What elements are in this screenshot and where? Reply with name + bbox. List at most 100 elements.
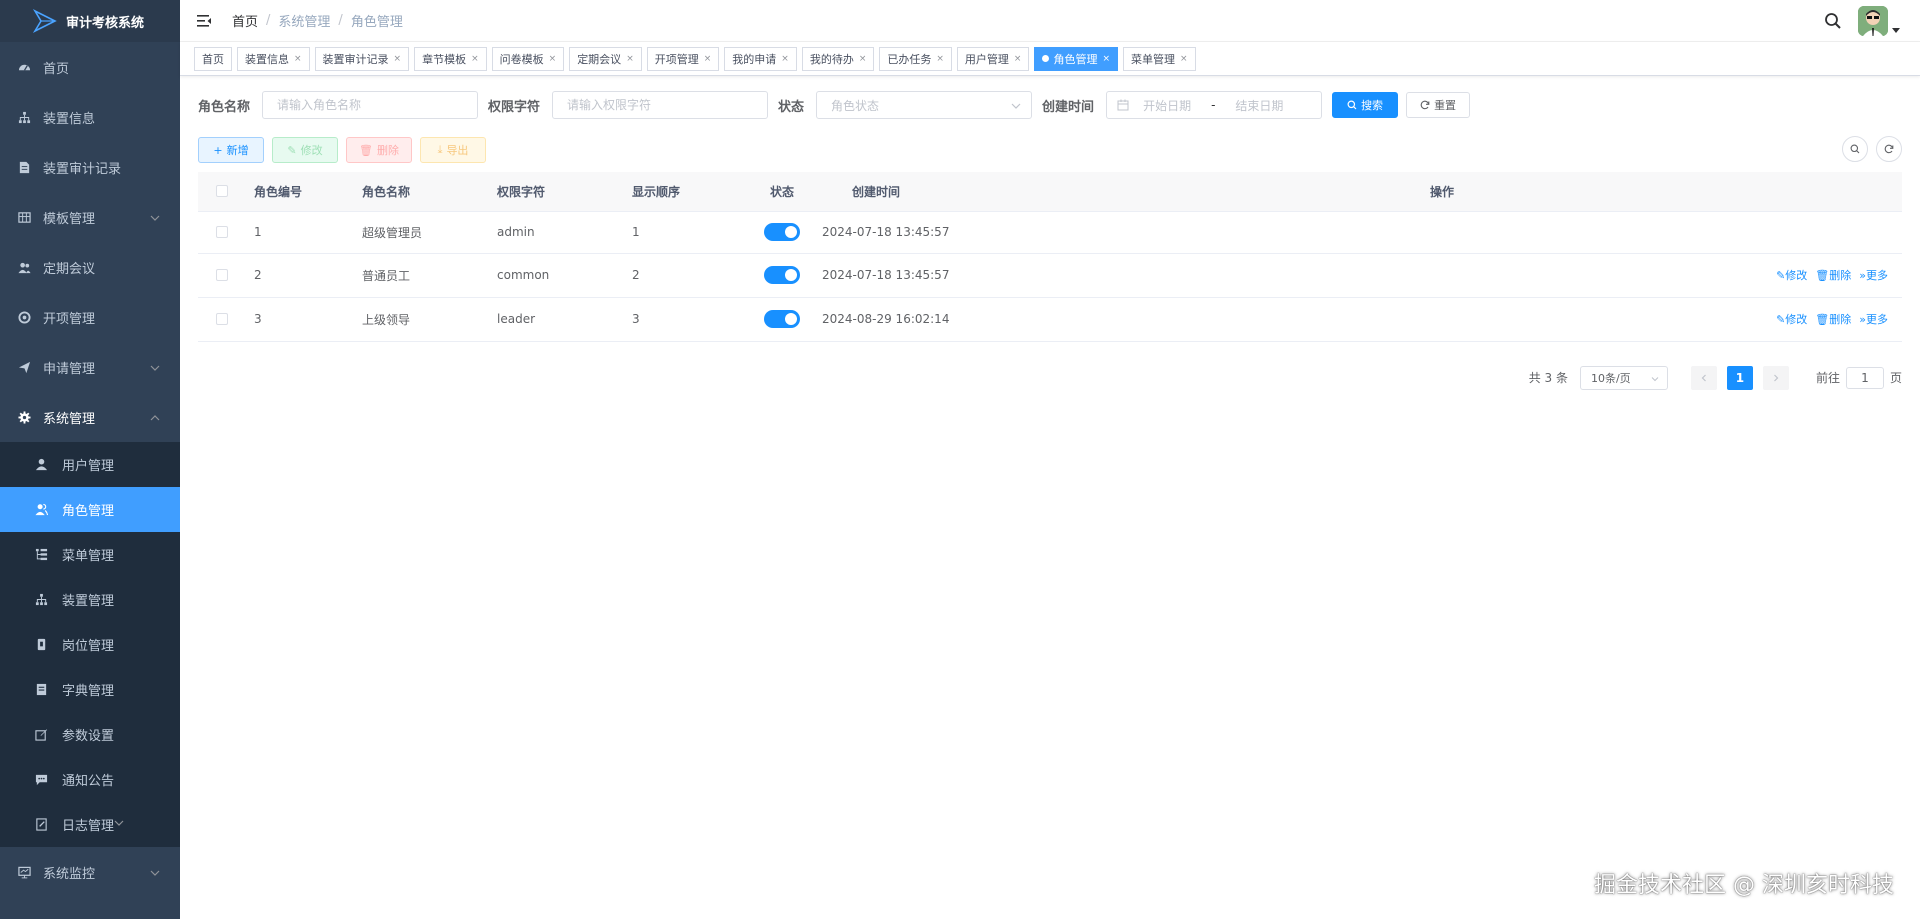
sidebar-subitem[interactable]: 通知公告 bbox=[0, 757, 180, 802]
table-header-row: 角色编号 角色名称 权限字符 显示顺序 状态 创建时间 操作 bbox=[198, 172, 1902, 212]
ops-cell: ✎修改 🗑删除 »更多 bbox=[982, 253, 1902, 298]
sidebar-item-label: 定期会议 bbox=[43, 261, 96, 277]
sidebar-item[interactable]: 定期会议 bbox=[0, 242, 180, 292]
tag-item[interactable]: 定期会议 × bbox=[569, 46, 642, 71]
tag-item[interactable]: 角色管理 × bbox=[1034, 46, 1119, 71]
tag-label: 我的待办 bbox=[809, 52, 854, 66]
tag-item[interactable]: 章节模板 × bbox=[414, 46, 487, 71]
select-all-checkbox[interactable] bbox=[216, 185, 228, 198]
prev-page-button[interactable] bbox=[1690, 365, 1717, 390]
reset-button[interactable]: 重置 bbox=[1406, 92, 1471, 118]
search-icon[interactable] bbox=[1824, 12, 1842, 30]
refresh-button[interactable] bbox=[1876, 136, 1902, 162]
close-icon[interactable]: × bbox=[859, 54, 867, 64]
status-select[interactable]: 角色状态 bbox=[816, 91, 1033, 119]
tag-item[interactable]: 开项管理 × bbox=[646, 46, 720, 71]
close-icon[interactable]: × bbox=[936, 54, 944, 64]
tag-item[interactable]: 用户管理 × bbox=[956, 46, 1030, 71]
close-icon[interactable]: × bbox=[781, 54, 789, 64]
row-delete-link[interactable]: 🗑删除 bbox=[1815, 267, 1851, 283]
search-icon bbox=[1347, 100, 1357, 110]
status-switch[interactable] bbox=[764, 266, 800, 284]
tag-item[interactable]: 已办任务 × bbox=[879, 46, 952, 71]
sidebar-item-label: 模板管理 bbox=[43, 211, 96, 227]
page-size-select[interactable]: 10条/页 bbox=[1579, 365, 1668, 390]
close-icon[interactable]: × bbox=[1014, 54, 1022, 64]
breadcrumb-item[interactable]: 首页 bbox=[232, 11, 258, 30]
pagination-total: 共 3 条 bbox=[1528, 371, 1568, 385]
role-id-cell: 3 bbox=[254, 297, 362, 342]
pagination-goto: 前往 1 页 bbox=[1816, 366, 1902, 389]
row-edit-link[interactable]: ✎修改 bbox=[1776, 267, 1807, 283]
hamburger-icon[interactable] bbox=[196, 13, 212, 29]
sidebar-item[interactable]: 系统监控 bbox=[0, 847, 180, 897]
role-order-cell: 1 bbox=[632, 211, 742, 254]
sidebar-item[interactable]: 开项管理 bbox=[0, 292, 180, 342]
tag-item[interactable]: 问卷模板 × bbox=[491, 46, 565, 71]
tag-item[interactable]: 菜单管理 × bbox=[1123, 46, 1196, 71]
row-more-link[interactable]: »更多 bbox=[1859, 311, 1888, 327]
sidebar-item[interactable]: 模板管理 bbox=[0, 192, 180, 242]
status-cell bbox=[742, 297, 822, 342]
sidebar-subitem[interactable]: 字典管理 bbox=[0, 667, 180, 712]
logo[interactable]: 审计考核系统 bbox=[0, 0, 180, 42]
row-more-link[interactable]: »更多 bbox=[1859, 267, 1888, 283]
goto-page-input[interactable]: 1 bbox=[1845, 366, 1884, 389]
tag-item[interactable]: 首页 bbox=[194, 46, 232, 71]
close-icon[interactable]: × bbox=[1102, 54, 1110, 64]
close-icon[interactable]: × bbox=[394, 54, 402, 64]
role-key-input[interactable] bbox=[552, 91, 769, 119]
date-range-picker[interactable]: 开始日期 - 结束日期 bbox=[1106, 91, 1323, 119]
row-edit-link[interactable]: ✎修改 bbox=[1776, 311, 1807, 327]
caret-down-icon[interactable] bbox=[1892, 26, 1900, 34]
next-page-button[interactable] bbox=[1762, 365, 1789, 390]
page-number-button[interactable]: 1 bbox=[1726, 365, 1753, 390]
add-button[interactable]: + 新增 bbox=[198, 137, 264, 163]
sidebar-subitem[interactable]: 装置管理 bbox=[0, 577, 180, 622]
delete-button[interactable]: 🗑 删除 bbox=[346, 137, 412, 163]
sidebar-item[interactable]: 首页 bbox=[0, 42, 180, 92]
toggle-search-button[interactable] bbox=[1842, 136, 1868, 162]
edit-icon: ✎ bbox=[1776, 313, 1786, 326]
close-icon[interactable]: × bbox=[704, 54, 712, 64]
tag-item[interactable]: 我的申请 × bbox=[724, 46, 797, 71]
export-button[interactable]: ⤓ 导出 bbox=[420, 137, 486, 163]
close-icon[interactable]: × bbox=[549, 54, 557, 64]
sidebar-item[interactable]: 申请管理 bbox=[0, 342, 180, 392]
sidebar-subitem[interactable]: 用户管理 bbox=[0, 442, 180, 487]
tag-item[interactable]: 装置信息 × bbox=[237, 46, 310, 71]
row-delete-link[interactable]: 🗑删除 bbox=[1815, 311, 1851, 327]
sidebar-subitem[interactable]: 日志管理 bbox=[0, 802, 180, 847]
close-icon[interactable]: × bbox=[626, 54, 634, 64]
main-area: 首页 / 系统管理 / 角色管理 首页 装置信息 × 装置审计记录 × 章节模板… bbox=[180, 0, 1920, 919]
search-button[interactable]: 搜索 bbox=[1332, 92, 1399, 118]
sidebar-subitem[interactable]: 参数设置 bbox=[0, 712, 180, 757]
avatar[interactable] bbox=[1858, 6, 1888, 36]
start-date-input[interactable]: 开始日期 bbox=[1143, 97, 1191, 114]
row-checkbox[interactable] bbox=[216, 226, 228, 238]
people-icon bbox=[17, 260, 31, 274]
sidebar-subitem[interactable]: 岗位管理 bbox=[0, 622, 180, 667]
sidebar-item[interactable]: 装置审计记录 bbox=[0, 142, 180, 192]
export-button-label: 导出 bbox=[446, 144, 469, 157]
status-switch[interactable] bbox=[764, 223, 800, 241]
sidebar-subitem[interactable]: 角色管理 bbox=[0, 487, 180, 532]
sidebar-subitem[interactable]: 菜单管理 bbox=[0, 532, 180, 577]
row-edit-label: 修改 bbox=[1785, 269, 1808, 282]
row-checkbox[interactable] bbox=[216, 313, 228, 325]
tag-item[interactable]: 我的待办 × bbox=[801, 46, 875, 71]
close-icon[interactable]: × bbox=[1180, 54, 1188, 64]
close-icon[interactable]: × bbox=[294, 54, 302, 64]
edit-button-label: 修改 bbox=[300, 144, 323, 157]
edit-icon: ✎ bbox=[1776, 269, 1786, 282]
end-date-input[interactable]: 结束日期 bbox=[1235, 97, 1283, 114]
close-icon[interactable]: × bbox=[471, 54, 479, 64]
sidebar-item[interactable]: 装置信息 bbox=[0, 92, 180, 142]
sidebar-item[interactable]: 系统管理 bbox=[0, 392, 180, 442]
row-checkbox[interactable] bbox=[216, 269, 228, 281]
navbar-right bbox=[1824, 6, 1900, 36]
status-switch[interactable] bbox=[764, 310, 800, 328]
edit-button[interactable]: ✎ 修改 bbox=[272, 137, 338, 163]
role-name-input[interactable] bbox=[262, 91, 479, 119]
tag-item[interactable]: 装置审计记录 × bbox=[314, 46, 410, 71]
